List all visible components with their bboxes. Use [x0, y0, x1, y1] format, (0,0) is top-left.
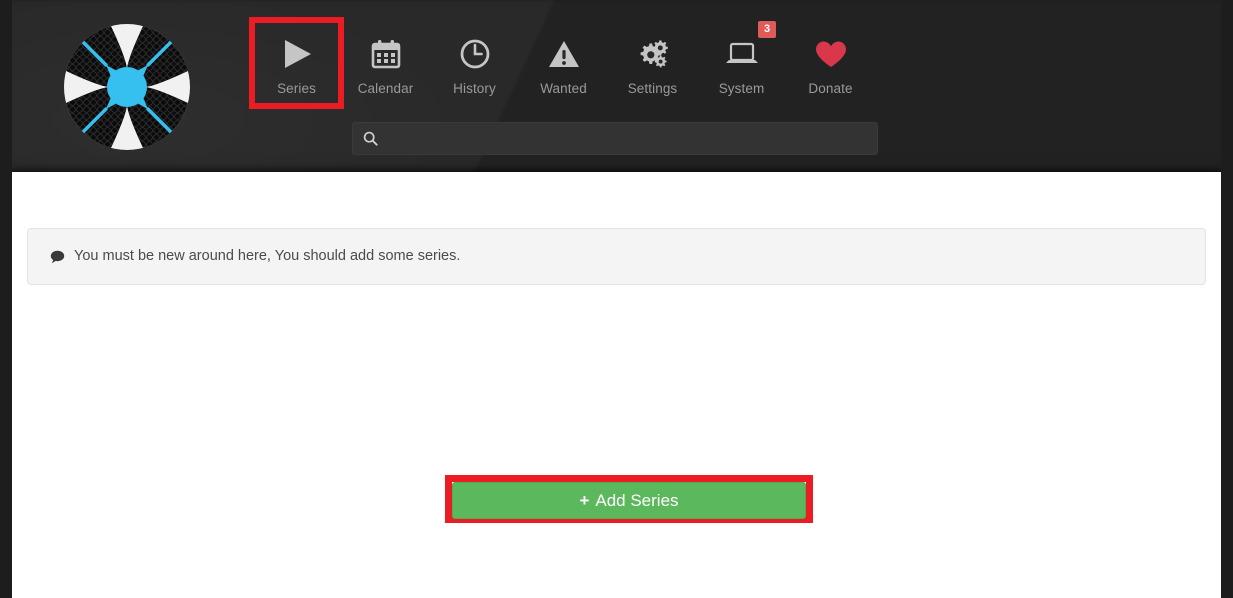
nav-label-wanted: Wanted: [540, 81, 587, 96]
page-edge-right: [1221, 0, 1233, 598]
nav-item-history[interactable]: History: [430, 20, 519, 106]
nav-label-donate: Donate: [808, 81, 853, 96]
nav-label-calendar: Calendar: [357, 81, 414, 96]
play-triangle-icon: [280, 34, 314, 74]
app-root: Series Calendar History Wanted Settings …: [0, 0, 1233, 598]
search-input[interactable]: [386, 123, 867, 154]
app-header: Series Calendar History Wanted Settings …: [0, 0, 1233, 172]
nav-item-calendar[interactable]: Calendar: [341, 20, 430, 106]
heart-icon: [814, 34, 848, 74]
nav-item-wanted[interactable]: Wanted: [519, 20, 608, 106]
main-content-panel: You must be new around here, You should …: [12, 172, 1221, 598]
add-series-button[interactable]: + Add Series: [452, 482, 806, 519]
nav-label-system: System: [718, 81, 765, 96]
nav-label-series: Series: [277, 81, 316, 96]
nav-label-settings: Settings: [627, 81, 678, 96]
nav-item-series[interactable]: Series: [249, 17, 344, 109]
main-navigation: Series Calendar History Wanted Settings …: [249, 17, 875, 110]
search-icon: [363, 131, 378, 146]
gears-icon: [636, 34, 670, 74]
clock-icon: [459, 34, 491, 74]
calendar-icon: [370, 34, 402, 74]
nav-item-system[interactable]: 3 System: [697, 20, 786, 106]
sonarr-logo-icon: [64, 24, 190, 150]
system-notification-badge[interactable]: 3: [758, 21, 776, 38]
laptop-icon: [724, 34, 760, 74]
empty-state-message: You must be new around here, You should …: [74, 248, 461, 265]
empty-state-alert: You must be new around here, You should …: [27, 228, 1206, 285]
nav-item-donate[interactable]: Donate: [786, 20, 875, 106]
warning-triangle-icon: [547, 34, 581, 74]
add-series-button-label: Add Series: [595, 491, 679, 510]
comment-bubble-icon: [50, 250, 65, 264]
nav-label-history: History: [453, 81, 496, 96]
sonarr-logo[interactable]: [62, 22, 192, 152]
plus-icon: +: [579, 491, 590, 510]
nav-item-settings[interactable]: Settings: [608, 20, 697, 106]
page-edge-left: [0, 0, 12, 598]
global-search-box[interactable]: [352, 122, 878, 155]
